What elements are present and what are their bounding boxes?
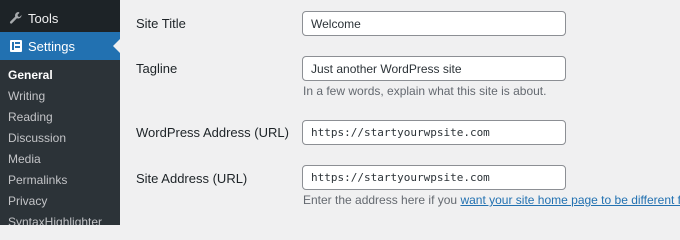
site-address-description: Enter the address here if you want your … xyxy=(303,193,680,207)
tagline-input[interactable]: Just another WordPress site xyxy=(302,56,566,81)
submenu-item-permalinks[interactable]: Permalinks xyxy=(8,172,67,188)
sidebar-item-tools[interactable]: Tools xyxy=(0,5,120,31)
wordpress-address-input[interactable]: https://startyourwpsite.com xyxy=(302,120,566,145)
tagline-description: In a few words, explain what this site i… xyxy=(303,84,547,98)
submenu-item-discussion[interactable]: Discussion xyxy=(8,130,66,146)
current-menu-arrow xyxy=(113,39,120,53)
settings-sliders-icon xyxy=(8,38,24,54)
sidebar-item-settings[interactable]: Settings xyxy=(0,32,120,60)
wrench-icon xyxy=(8,10,24,26)
site-address-input[interactable]: https://startyourwpsite.com xyxy=(302,165,566,190)
admin-sidebar: Tools Settings General Writing Reading D… xyxy=(0,0,120,225)
submenu-item-reading[interactable]: Reading xyxy=(8,109,53,125)
submenu-item-general[interactable]: General xyxy=(8,67,53,83)
site-address-label: Site Address (URL) xyxy=(136,171,248,186)
settings-form: Site Title Welcome Tagline Just another … xyxy=(120,0,680,225)
sidebar-item-settings-label: Settings xyxy=(28,38,75,54)
site-title-label: Site Title xyxy=(136,16,186,31)
site-address-description-text: Enter the address here if you xyxy=(303,193,461,207)
wordpress-address-label: WordPress Address (URL) xyxy=(136,125,289,140)
site-title-input[interactable]: Welcome xyxy=(302,11,566,36)
submenu-item-writing[interactable]: Writing xyxy=(8,88,45,104)
sidebar-item-tools-label: Tools xyxy=(28,10,59,26)
submenu-item-media[interactable]: Media xyxy=(8,151,41,167)
tagline-label: Tagline xyxy=(136,61,178,76)
settings-submenu: General Writing Reading Discussion Media… xyxy=(0,60,120,225)
submenu-item-privacy[interactable]: Privacy xyxy=(8,193,47,209)
site-address-help-link[interactable]: want your site home page to be different… xyxy=(460,193,680,207)
submenu-item-syntaxhighlighter[interactable]: SyntaxHighlighter xyxy=(8,214,102,225)
